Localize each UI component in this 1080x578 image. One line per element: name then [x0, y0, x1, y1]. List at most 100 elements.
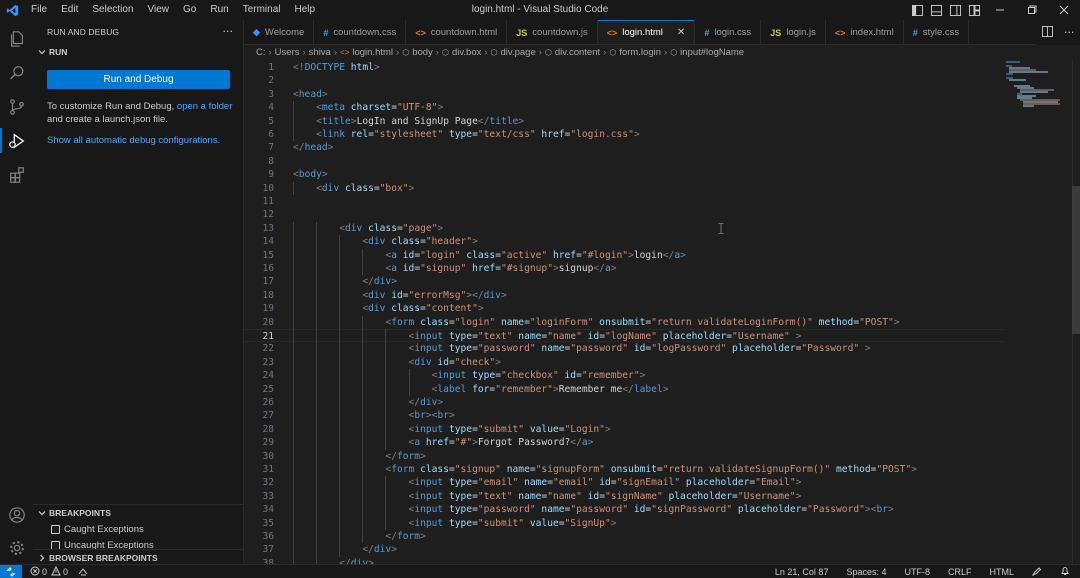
tab-login-html[interactable]: <> login.html ✕: [597, 20, 696, 44]
code-line[interactable]: 17 </div>: [244, 275, 1004, 288]
breakpoints-header[interactable]: BREAKPOINTS: [33, 505, 244, 521]
scrollbar-thumb[interactable]: [1072, 186, 1080, 334]
code-line[interactable]: 21 <input type="text" name="name" id="lo…: [244, 329, 1004, 343]
code-line[interactable]: 28 <input type="submit" value="Login">: [244, 423, 1004, 436]
feedback-icon[interactable]: [1023, 566, 1051, 578]
menu-go[interactable]: Go: [176, 0, 203, 20]
breadcrumb-item[interactable]: div.page: [501, 47, 536, 58]
code-line[interactable]: 25 <label for="remember">Remember me</la…: [244, 383, 1004, 396]
code-line[interactable]: 11: [244, 195, 1004, 208]
code-line[interactable]: 38 </div>: [244, 557, 1004, 564]
close-window-icon[interactable]: [1048, 0, 1080, 20]
menu-terminal[interactable]: Terminal: [236, 0, 288, 20]
caught-exceptions-checkbox[interactable]: [51, 524, 60, 534]
breadcrumb-item[interactable]: shiva: [309, 47, 331, 58]
code-line[interactable]: 7 </head>: [244, 141, 1004, 154]
tab-login-css[interactable]: # login.css: [695, 20, 762, 44]
tab-countdown-js[interactable]: JS countdown.js: [507, 20, 598, 44]
split-editor-icon[interactable]: [1041, 25, 1053, 40]
code-line[interactable]: 12: [244, 208, 1004, 221]
breadcrumb-item[interactable]: body: [412, 47, 433, 58]
extensions-icon[interactable]: [0, 158, 33, 191]
show-all-configurations-link[interactable]: Show all automatic debug configurations.: [47, 135, 220, 146]
menu-view[interactable]: View: [141, 0, 177, 20]
notifications-bell-icon[interactable]: [1051, 566, 1080, 578]
code-line[interactable]: 4 <meta charset="UTF-8">: [244, 101, 1004, 114]
toggle-secondary-sidebar-icon[interactable]: [946, 0, 965, 20]
toggle-primary-sidebar-icon[interactable]: [908, 0, 927, 20]
toggle-panel-icon[interactable]: [927, 0, 946, 20]
manage-gear-icon[interactable]: [0, 531, 33, 564]
search-icon[interactable]: [0, 56, 33, 89]
code-line[interactable]: 37 </div>: [244, 543, 1004, 556]
code-line[interactable]: 15 <a id="login" class="active" href="#l…: [244, 249, 1004, 262]
accounts-icon[interactable]: [0, 498, 33, 531]
remote-indicator-icon[interactable]: [0, 564, 22, 578]
menu-selection[interactable]: Selection: [85, 0, 140, 20]
breadcrumb-item[interactable]: Users: [275, 47, 300, 58]
code-line[interactable]: 24 <input type="checkbox" id="remember">: [244, 369, 1004, 382]
code-line[interactable]: 13 <div class="page">: [244, 222, 1004, 235]
code-line[interactable]: 26 </div>: [244, 396, 1004, 409]
menu-help[interactable]: Help: [288, 0, 323, 20]
restore-icon[interactable]: [1016, 0, 1048, 20]
code-line[interactable]: 31 <form class="signup" name="signupForm…: [244, 463, 1004, 476]
code-line[interactable]: 34 <input type="password" name="password…: [244, 503, 1004, 516]
code-line[interactable]: 30 </form>: [244, 450, 1004, 463]
source-control-icon[interactable]: [0, 90, 33, 123]
run-and-debug-button[interactable]: Run and Debug: [47, 70, 230, 89]
minimize-icon[interactable]: [984, 0, 1016, 20]
cursor-position[interactable]: Ln 21, Col 87: [766, 567, 838, 577]
code-line[interactable]: 1 <!DOCTYPE html>: [244, 61, 1004, 74]
open-folder-link[interactable]: open a folder: [177, 101, 232, 112]
minimap[interactable]: [1004, 60, 1062, 120]
code-line[interactable]: 27 <br><br>: [244, 409, 1004, 422]
code-line[interactable]: 8: [244, 155, 1004, 168]
code-line[interactable]: 23 <div id="check">: [244, 356, 1004, 369]
menu-edit[interactable]: Edit: [54, 0, 85, 20]
tab-countdown-html[interactable]: <> countdown.html: [406, 20, 508, 44]
more-actions-icon[interactable]: ···: [1064, 26, 1075, 39]
code-line[interactable]: 3 <head>: [244, 88, 1004, 101]
tab-countdown-css[interactable]: # countdown.css: [314, 20, 407, 44]
problems-indicator[interactable]: 0 0: [30, 565, 89, 578]
code-line[interactable]: 33 <input type="text" name="name" id="si…: [244, 490, 1004, 503]
code-line[interactable]: 14 <div class="header">: [244, 235, 1004, 248]
explorer-icon[interactable]: [0, 22, 33, 55]
run-and-debug-icon[interactable]: [0, 124, 33, 157]
breakpoint-caught-exceptions[interactable]: Caught Exceptions: [33, 521, 244, 537]
customize-layout-icon[interactable]: [965, 0, 984, 20]
breadcrumb-item[interactable]: login.html: [352, 47, 393, 58]
menu-file[interactable]: File: [24, 0, 54, 20]
breadcrumb-item[interactable]: div.box: [452, 47, 481, 58]
breadcrumb-item[interactable]: form.login: [619, 47, 661, 58]
menu-run[interactable]: Run: [203, 0, 235, 20]
code-line[interactable]: 36 </form>: [244, 530, 1004, 543]
code-line[interactable]: 35 <input type="submit" value="SignUp">: [244, 517, 1004, 530]
code-line[interactable]: 10 <div class="box">: [244, 182, 1004, 195]
encoding[interactable]: UTF-8: [895, 567, 939, 577]
code-editor[interactable]: 1 <!DOCTYPE html> 2 3 <head> 4 <meta charset=…: [244, 60, 1080, 564]
code-line[interactable]: 29 <a href="#">Forgot Password?</a>: [244, 436, 1004, 449]
code-line[interactable]: 5 <title>LogIn and SignUp Page</title>: [244, 115, 1004, 128]
code-line[interactable]: 20 <form class="login" name="loginForm" …: [244, 316, 1004, 329]
tab-Welcome[interactable]: ◆ Welcome: [244, 20, 315, 44]
line-ending[interactable]: CRLF: [939, 567, 981, 577]
tab-index-html[interactable]: <> index.html: [826, 20, 904, 44]
breadcrumb-item[interactable]: C:: [256, 47, 266, 58]
more-actions-icon[interactable]: ···: [223, 25, 234, 38]
code-line[interactable]: 19 <div class="content">: [244, 302, 1004, 315]
vscode-logo-icon[interactable]: [0, 0, 24, 20]
close-tab-icon[interactable]: ✕: [677, 27, 685, 38]
language-mode[interactable]: HTML: [981, 567, 1024, 577]
code-line[interactable]: 9 <body>: [244, 168, 1004, 181]
code-line[interactable]: 16 <a id="signup" href="#signup">signup<…: [244, 262, 1004, 275]
run-section-header[interactable]: RUN: [33, 44, 243, 60]
code-line[interactable]: 22 <input type="password" name="password…: [244, 342, 1004, 355]
tab-style-css[interactable]: # style.css: [904, 20, 970, 44]
ports-icon[interactable]: [78, 566, 89, 578]
tab-login-js[interactable]: JS login.js: [761, 20, 826, 44]
code-line[interactable]: 6 <link rel="stylesheet" type="text/css"…: [244, 128, 1004, 141]
breadcrumb-item[interactable]: input#logName: [680, 47, 744, 58]
code-line[interactable]: 18 <div id="errorMsg"></div>: [244, 289, 1004, 302]
